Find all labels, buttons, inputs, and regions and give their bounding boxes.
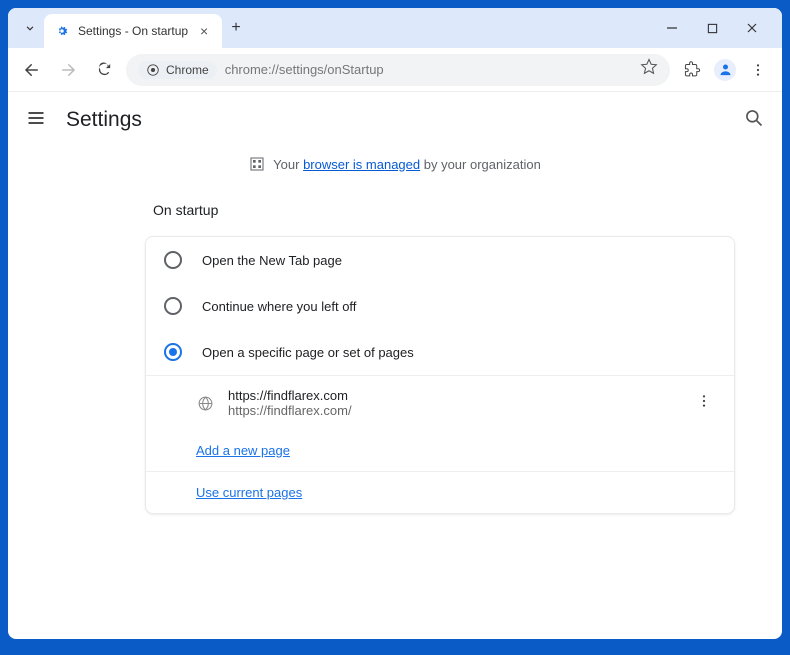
add-page-link[interactable]: Add a new page [196,443,290,458]
radio-button[interactable] [164,297,182,315]
vertical-dots-icon [750,62,766,78]
profile-button[interactable] [714,59,736,81]
radio-button-selected[interactable] [164,343,182,361]
bookmark-button[interactable] [640,58,658,81]
extensions-button[interactable] [678,56,706,84]
option-specific-pages[interactable]: Open a specific page or set of pages [146,329,734,375]
maximize-button[interactable] [702,18,722,38]
window-titlebar: Settings - On startup × + [8,8,782,48]
page-row-menu-button[interactable] [692,389,716,418]
minimize-button[interactable] [662,18,682,38]
option-new-tab[interactable]: Open the New Tab page [146,237,734,283]
person-icon [718,62,733,77]
startup-page-row: https://findflarex.com https://findflare… [146,376,734,430]
arrow-right-icon [59,61,77,79]
option-continue[interactable]: Continue where you left off [146,283,734,329]
hamburger-icon [26,108,46,128]
globe-icon [196,394,214,412]
browser-tab[interactable]: Settings - On startup × [44,14,222,48]
back-button[interactable] [18,56,46,84]
startup-page-url: https://findflarex.com/ [228,403,678,418]
close-window-button[interactable] [742,18,762,38]
settings-header: Settings [8,92,782,148]
address-bar[interactable]: Chrome chrome://settings/onStartup [126,54,670,86]
search-icon [744,108,764,128]
tab-search-dropdown[interactable] [16,14,44,42]
reload-icon [96,61,113,78]
puzzle-icon [684,61,701,78]
browser-menu-button[interactable] [744,56,772,84]
settings-gear-icon [54,23,70,39]
secure-chip[interactable]: Chrome [138,61,217,79]
browser-toolbar: Chrome chrome://settings/onStartup [8,48,782,92]
arrow-left-icon [23,61,41,79]
organization-icon [249,156,265,172]
settings-content: Your browser is managed by your organiza… [8,148,782,639]
radio-button[interactable] [164,251,182,269]
url-text: chrome://settings/onStartup [225,62,384,77]
close-tab-button[interactable]: × [196,23,212,39]
chevron-down-icon [23,21,37,35]
tab-title: Settings - On startup [78,24,188,38]
managed-banner: Your browser is managed by your organiza… [8,148,782,188]
vertical-dots-icon [696,393,712,409]
new-tab-button[interactable]: + [222,14,250,42]
forward-button[interactable] [54,56,82,84]
chrome-icon [146,63,160,77]
search-button[interactable] [744,108,764,133]
use-current-pages-link[interactable]: Use current pages [196,485,302,500]
star-icon [640,58,658,76]
menu-button[interactable] [26,108,46,133]
startup-page-title: https://findflarex.com [228,388,678,403]
reload-button[interactable] [90,56,118,84]
managed-link[interactable]: browser is managed [303,157,420,172]
startup-card: Open the New Tab page Continue where you… [145,236,735,514]
page-title: Settings [66,108,142,132]
section-title: On startup [145,188,735,236]
